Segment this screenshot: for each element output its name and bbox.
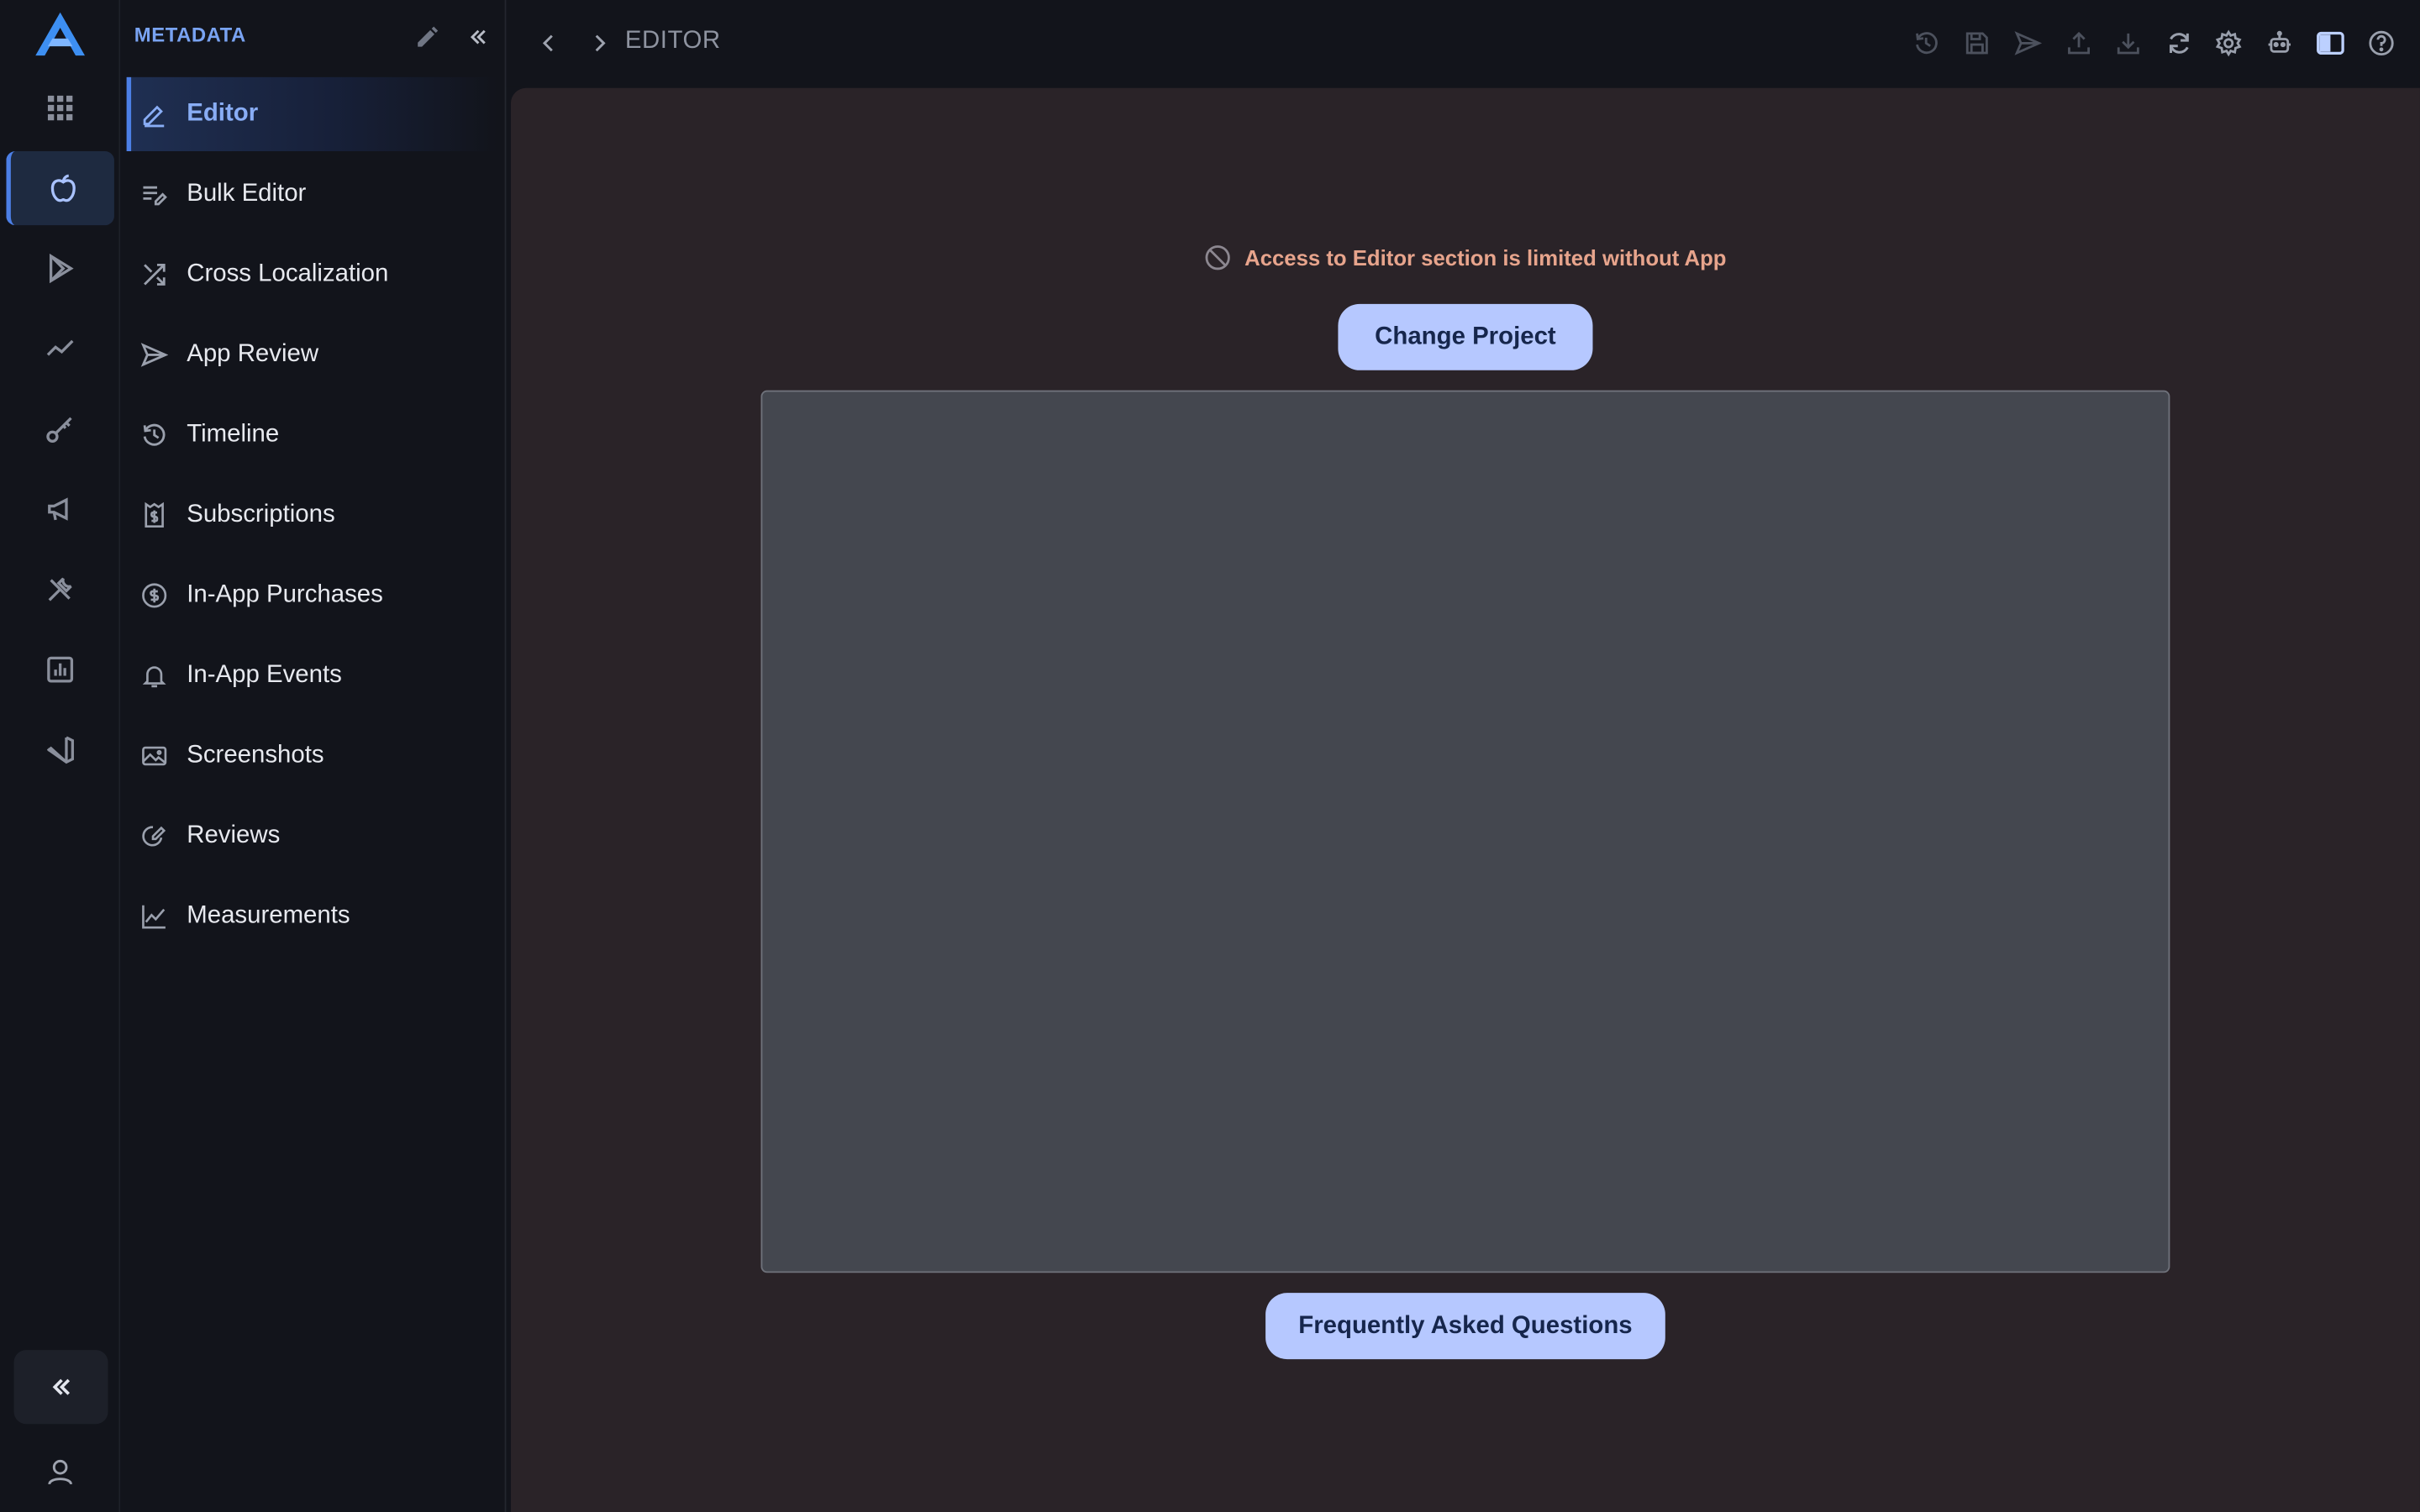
line-chart-icon	[139, 901, 170, 932]
pencil-icon	[139, 99, 170, 130]
main-content: Access to Editor section is limited with…	[510, 87, 2420, 1512]
notice-text: Access to Editor section is limited with…	[1244, 245, 1727, 270]
back-chevron-icon[interactable]	[531, 24, 568, 61]
icon-rail	[0, 0, 121, 1512]
download-icon[interactable]	[2112, 26, 2145, 60]
sidebar-item-timeline[interactable]: Timeline	[127, 398, 497, 472]
play-store-icon[interactable]	[6, 232, 114, 306]
brand-logo-icon[interactable]	[33, 9, 88, 59]
sidebar-item-label: Bulk Editor	[187, 180, 307, 207]
sidebar-item-bulk-editor[interactable]: Bulk Editor	[127, 157, 497, 231]
refresh-icon[interactable]	[2162, 26, 2196, 60]
sidebar-item-screenshots[interactable]: Screenshots	[127, 719, 497, 793]
help-icon[interactable]	[2365, 26, 2398, 60]
breadcrumb: EDITOR	[624, 28, 721, 55]
sidebar-item-label: Measurements	[187, 902, 350, 929]
key-icon[interactable]	[6, 392, 114, 466]
image-icon	[139, 741, 170, 772]
bell-icon	[139, 660, 170, 691]
sidebar-item-app-review[interactable]: App Review	[127, 318, 497, 391]
save-icon[interactable]	[1960, 26, 1994, 60]
panel-toggle-icon[interactable]	[2313, 26, 2347, 60]
change-project-button[interactable]: Change Project	[1338, 303, 1593, 370]
sidebar-item-label: Cross Localization	[187, 260, 389, 287]
vscode-icon[interactable]	[6, 713, 114, 787]
sidebar-item-editor[interactable]: Editor	[126, 76, 497, 151]
forward-chevron-icon[interactable]	[581, 24, 618, 61]
sidebar-item-label: Timeline	[187, 421, 280, 448]
metadata-sidebar: METADATA Editor Bulk Editor Cross Locali…	[120, 0, 507, 1512]
access-notice: Access to Editor section is limited with…	[511, 241, 2420, 275]
send-icon	[139, 339, 170, 370]
sidebar-item-label: Reviews	[187, 822, 281, 849]
robot-icon[interactable]	[2263, 26, 2296, 60]
history-icon	[139, 420, 170, 451]
apple-icon[interactable]	[6, 150, 114, 226]
sidebar-title: METADATA	[134, 23, 246, 47]
upload-icon[interactable]	[2062, 26, 2096, 60]
faq-button[interactable]: Frequently Asked Questions	[1265, 1293, 1665, 1360]
bar-chart-icon[interactable]	[6, 633, 114, 706]
undo-history-icon[interactable]	[1909, 26, 1943, 60]
sidebar-item-label: Subscriptions	[187, 501, 335, 528]
sidebar-item-measurements[interactable]: Measurements	[127, 879, 497, 953]
megaphone-icon[interactable]	[6, 472, 114, 546]
blocked-icon	[1204, 244, 1232, 271]
sidebar-item-label: Screenshots	[187, 742, 324, 769]
receipt-dollar-icon	[139, 500, 170, 531]
shuffle-icon	[139, 260, 170, 291]
bulk-edit-icon	[139, 179, 170, 210]
app-scaled: METADATA Editor Bulk Editor Cross Locali…	[0, 0, 2420, 1512]
collapse-sidebar-icon[interactable]	[461, 20, 495, 54]
apps-grid-icon[interactable]	[6, 71, 114, 144]
sidebar-item-label: In-App Events	[187, 661, 342, 689]
sidebar-item-label: Editor	[187, 100, 259, 127]
double-chevron-left-icon	[51, 1378, 70, 1395]
collapse-rail-button[interactable]	[13, 1350, 108, 1425]
sidebar-item-subscriptions[interactable]: Subscriptions	[127, 478, 497, 552]
app-root: METADATA Editor Bulk Editor Cross Locali…	[0, 0, 2420, 1512]
sidebar-item-in-app-events[interactable]: In-App Events	[127, 638, 497, 712]
review-edit-icon	[139, 821, 170, 852]
edit-pencil-icon[interactable]	[411, 20, 445, 54]
editor-placeholder-frame	[760, 390, 2170, 1273]
dollar-circle-icon	[139, 580, 170, 612]
top-toolbar: EDITOR	[506, 0, 2420, 87]
gear-icon[interactable]	[2212, 26, 2245, 60]
sidebar-item-reviews[interactable]: Reviews	[127, 799, 497, 873]
user-profile-icon[interactable]	[6, 1435, 114, 1509]
sidebar-item-cross-localization[interactable]: Cross Localization	[127, 238, 497, 312]
sidebar-item-label: In-App Purchases	[187, 581, 383, 608]
sidebar-item-in-app-purchases[interactable]: In-App Purchases	[127, 559, 497, 633]
sidebar-item-label: App Review	[187, 340, 319, 368]
sidebar-header: METADATA	[120, 0, 506, 74]
tools-icon[interactable]	[6, 553, 114, 627]
trend-icon[interactable]	[6, 312, 114, 386]
send-icon[interactable]	[2011, 26, 2044, 60]
